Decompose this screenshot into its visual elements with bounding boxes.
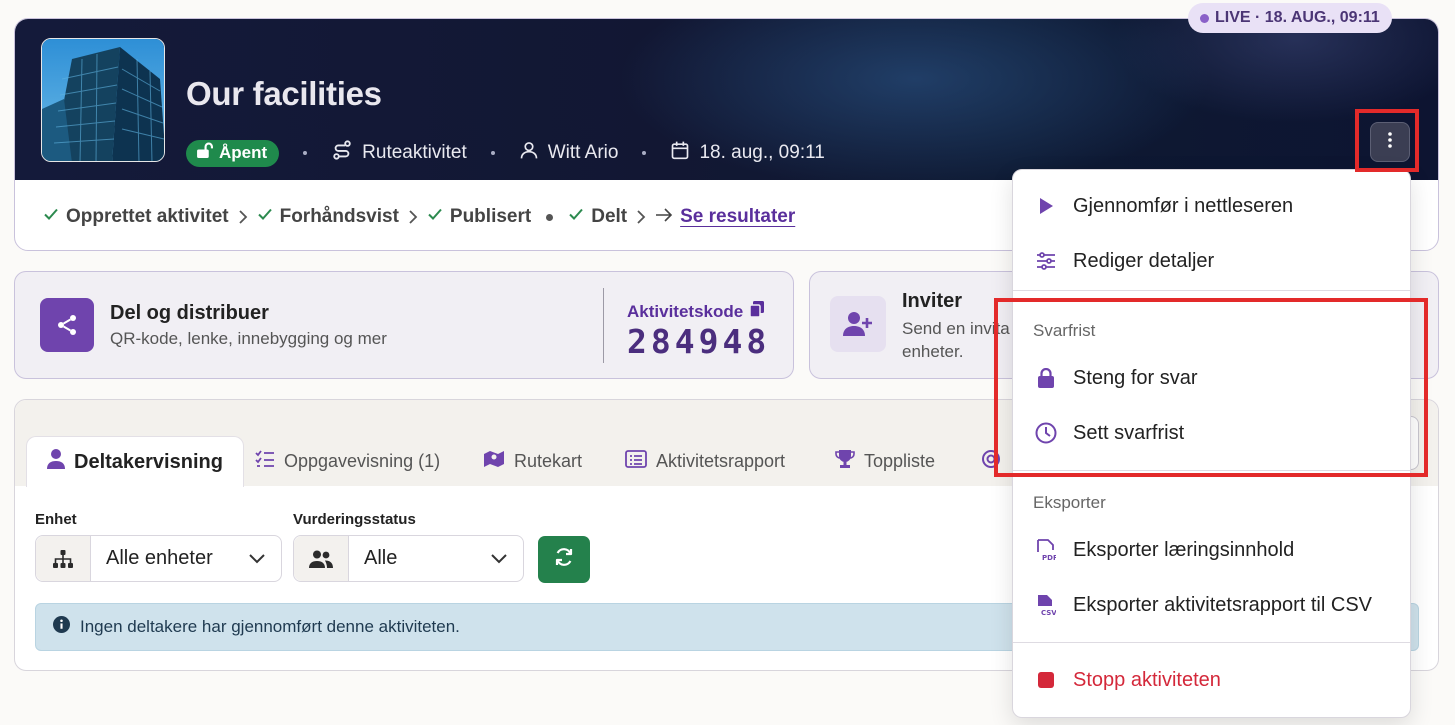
divider (603, 288, 604, 363)
activity-type: Ruteaktivitet (331, 139, 467, 167)
add-user-icon (830, 296, 886, 352)
live-status-pill: LIVE · 18. AUG., 09:11 (1188, 3, 1392, 33)
status-filter-label: Vurderingsstatus (293, 511, 416, 528)
check-icon (43, 206, 59, 228)
status-select[interactable]: Alle (293, 535, 524, 582)
svg-text:PDF: PDF (1042, 554, 1056, 561)
activity-meta: Åpent Ruteaktivitet Witt Ario 18. aug., … (186, 139, 825, 167)
csv-file-icon: CSV (1035, 594, 1057, 616)
pdf-file-icon: PDF (1035, 539, 1057, 561)
share-card-title: Del og distribuer (110, 302, 269, 324)
calendar-icon (670, 140, 690, 166)
menu-divider (1013, 642, 1410, 643)
step-shared: Delt (568, 206, 627, 228)
hierarchy-icon (36, 536, 91, 581)
check-icon (568, 206, 584, 228)
tab-route-map[interactable]: Rutekart (483, 436, 582, 486)
activity-title: Our facilities (186, 75, 382, 112)
share-card[interactable]: Del og distribuer QR-kode, lenke, inneby… (14, 271, 794, 379)
highlight-box (994, 298, 1428, 477)
menu-item-run-in-browser[interactable]: Gjennomfør i nettleseren (1013, 184, 1410, 228)
activity-owner: Witt Ario (519, 140, 618, 166)
see-results-link[interactable]: Se resultater (680, 206, 795, 228)
menu-header-export: Eksporter (1033, 493, 1106, 512)
refresh-icon (554, 547, 574, 572)
activity-progress-steps: Opprettet aktivitet Forhåndsvist Publise… (43, 202, 795, 232)
step-published: Publisert (427, 206, 531, 228)
unlock-icon (196, 142, 213, 164)
task-list-icon (255, 449, 275, 473)
check-icon (257, 206, 273, 228)
play-icon (1035, 195, 1057, 217)
unit-select[interactable]: Alle enheter (35, 535, 282, 582)
step-previewed: Forhåndsvist (257, 206, 399, 228)
chevron-down-icon (491, 553, 507, 564)
share-card-subtitle: QR-kode, lenke, innebygging og mer (110, 329, 387, 348)
live-dot (1200, 13, 1209, 23)
separator (642, 151, 647, 155)
stop-icon (1035, 669, 1057, 691)
bullet-separator (546, 213, 554, 221)
chevron-right-icon (238, 210, 248, 224)
invite-card-subtitle-2: enheter. (902, 342, 964, 361)
users-icon (294, 536, 349, 581)
tab-leaderboard[interactable]: Toppliste (835, 436, 935, 486)
highlight-box (1355, 109, 1419, 172)
activity-code-label: Aktivitetskode (627, 300, 765, 323)
user-icon (47, 449, 65, 475)
chevron-right-icon (408, 210, 418, 224)
invite-card-title: Inviter (902, 290, 963, 312)
activity-date: 18. aug., 09:11 (670, 140, 825, 166)
tab-task-view[interactable]: Oppgavevisning (1) (255, 436, 440, 486)
unit-filter-label: Enhet (35, 511, 77, 528)
activity-code-value: 284948 (627, 322, 771, 361)
menu-item-stop-activity[interactable]: Stopp aktiviteten (1013, 658, 1410, 702)
copy-icon[interactable] (749, 300, 765, 323)
user-icon (519, 140, 539, 166)
menu-item-edit-details[interactable]: Rediger detaljer (1013, 239, 1410, 283)
step-created: Opprettet aktivitet (43, 206, 229, 228)
activity-thumbnail (41, 38, 165, 162)
report-icon (625, 449, 647, 473)
step-results: Se resultater (655, 206, 795, 228)
trophy-icon (835, 449, 855, 474)
sliders-icon (1035, 250, 1057, 272)
chevron-right-icon (636, 210, 646, 224)
menu-divider (1013, 290, 1410, 291)
separator (490, 151, 495, 155)
svg-text:CSV: CSV (1041, 609, 1056, 616)
share-icon (40, 298, 94, 352)
chevron-down-icon (249, 553, 265, 564)
arrow-right-icon (655, 206, 673, 228)
menu-item-export-csv[interactable]: CSV Eksporter aktivitetsrapport til CSV (1013, 583, 1410, 627)
tab-activity-report[interactable]: Aktivitetsrapport (625, 436, 785, 486)
menu-item-export-learning[interactable]: PDF Eksporter læringsinnhold (1013, 528, 1410, 572)
info-icon (53, 616, 70, 638)
route-icon (331, 139, 353, 167)
separator (303, 151, 308, 155)
tab-participant-view[interactable]: Deltakervisning (26, 436, 244, 487)
check-icon (427, 206, 443, 228)
map-icon (483, 450, 505, 473)
refresh-button[interactable] (538, 536, 590, 583)
activity-banner: Our facilities Åpent Ruteaktivitet Witt … (15, 19, 1438, 180)
status-badge: Åpent (186, 139, 280, 167)
